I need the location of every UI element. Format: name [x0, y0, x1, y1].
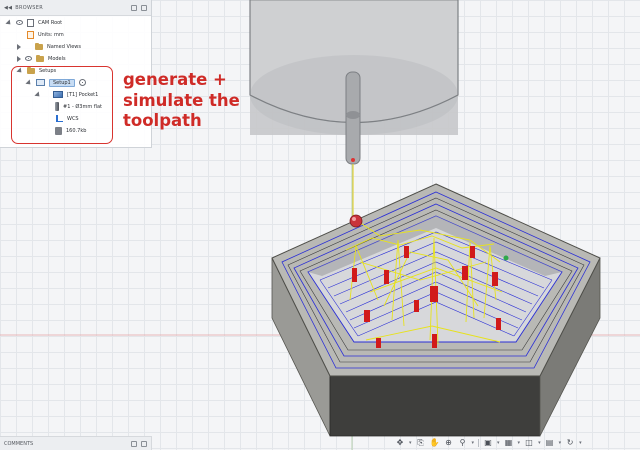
tree-label: Units: mm [38, 31, 64, 38]
zoom-fit-icon[interactable]: ⊕ [444, 438, 454, 448]
browser-header: ◀◀ BROWSER [0, 0, 151, 16]
navigation-toolbar: ✥ ▾ ⎘ ✋ ⊕ ⚲ ▾ ▣ ▾ ▦ ▾ ◫ ▾ ▤ ▾ ↻ ▾ [395, 436, 582, 450]
tree-label: CAM Root [38, 19, 63, 26]
effects-icon[interactable]: ↻ [565, 438, 575, 448]
tree-item-named-views[interactable]: Named Views [17, 41, 81, 52]
pan-icon[interactable]: ⎘ [416, 438, 426, 448]
start-point-marker [349, 214, 363, 228]
folder-icon [35, 42, 43, 50]
chevron-down-icon[interactable]: ▾ [579, 440, 582, 446]
folder-icon [36, 54, 44, 62]
expand-icon[interactable] [17, 55, 21, 62]
units-icon [27, 30, 34, 39]
chevron-down-icon[interactable]: ▾ [559, 440, 562, 446]
visibility-eye-icon[interactable] [25, 56, 32, 61]
end-point-marker [503, 255, 509, 261]
collapse-icon[interactable]: ◀◀ [4, 5, 12, 11]
comments-label: COMMENTS [4, 440, 34, 447]
comments-expand-icon[interactable] [141, 440, 147, 447]
comments-panel[interactable]: COMMENTS [0, 436, 152, 450]
viewports-icon[interactable]: ◫ [524, 438, 534, 448]
grid-icon[interactable]: ▦ [504, 438, 514, 448]
environment-icon[interactable]: ▤ [545, 438, 555, 448]
tree-item-units[interactable]: Units: mm [27, 29, 64, 40]
browser-title: BROWSER [15, 4, 43, 11]
zoom-icon[interactable]: ⚲ [458, 438, 468, 448]
expand-icon[interactable] [17, 43, 21, 50]
chevron-down-icon[interactable]: ▾ [518, 440, 521, 446]
callout-highlight-box [11, 66, 113, 144]
hand-icon[interactable]: ✋ [430, 438, 440, 448]
orbit-icon[interactable]: ✥ [395, 438, 405, 448]
chevron-down-icon[interactable]: ▾ [472, 440, 475, 446]
chevron-down-icon[interactable]: ▾ [409, 440, 412, 446]
tree-label: Named Views [47, 43, 81, 50]
stock-model [271, 183, 601, 437]
comments-add-icon[interactable] [131, 440, 137, 447]
visibility-eye-icon[interactable] [16, 20, 23, 25]
chevron-down-icon[interactable]: ▾ [497, 440, 500, 446]
toolbar-divider [478, 439, 480, 447]
tree-item-models[interactable]: Models [17, 53, 66, 64]
chevron-down-icon[interactable]: ▾ [538, 440, 541, 446]
tree-label: Models [48, 55, 66, 62]
document-icon [27, 18, 34, 27]
display-settings-icon[interactable]: ▣ [483, 438, 493, 448]
tool-holder [249, 0, 459, 165]
callout-annotation: generate + simulate the toolpath [123, 70, 240, 130]
panel-pin-icon[interactable] [131, 4, 137, 11]
start-point-highlight [352, 217, 356, 221]
expand-icon[interactable] [5, 18, 13, 27]
panel-close-icon[interactable] [141, 4, 147, 11]
tool-tip-point [351, 158, 355, 162]
tree-item-cam-root[interactable]: CAM Root [5, 17, 63, 28]
